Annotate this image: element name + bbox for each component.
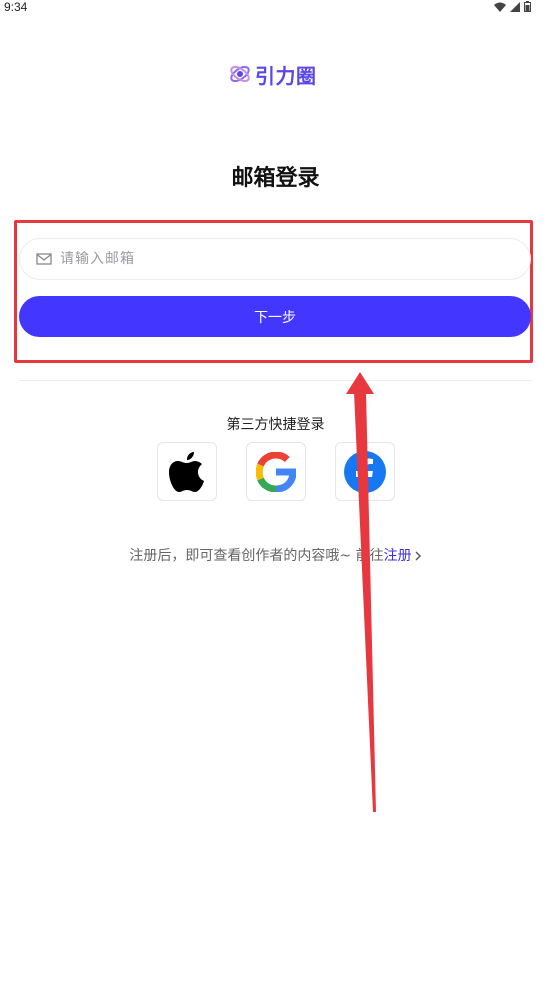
mail-icon (36, 253, 52, 265)
chevron-right-icon[interactable] (414, 551, 422, 561)
register-prompt-text: 注册后，即可查看创作者的内容哦~ 前往 (129, 548, 384, 564)
apple-icon (169, 451, 204, 492)
signal-icon (510, 1, 520, 12)
next-button[interactable]: 下一步 (19, 296, 531, 337)
status-time: 9:34 (4, 0, 28, 14)
facebook-login-button[interactable] (335, 442, 395, 501)
divider (19, 380, 532, 381)
annotation-arrow-head (346, 372, 374, 394)
third-party-login-label: 第三方快捷登录 (226, 417, 325, 433)
apple-login-button[interactable] (157, 442, 217, 501)
app-logo: 引力圈 (229, 61, 317, 88)
orbit-logo-icon (230, 65, 250, 83)
google-login-button[interactable] (246, 442, 306, 501)
status-bar: 9:34 (0, 0, 551, 16)
register-prompt: 注册后，即可查看创作者的内容哦~ 前往注册 (0, 545, 551, 565)
status-icons (494, 1, 531, 12)
page-title: 邮箱登录 (231, 166, 320, 191)
battery-icon (524, 1, 531, 12)
wifi-icon (494, 2, 506, 12)
facebook-icon (344, 450, 386, 494)
logo-text: 引力圈 (255, 63, 317, 88)
google-icon (256, 451, 296, 492)
email-input[interactable] (60, 251, 480, 267)
register-link[interactable]: 注册 (384, 548, 412, 564)
email-field[interactable] (19, 238, 531, 280)
